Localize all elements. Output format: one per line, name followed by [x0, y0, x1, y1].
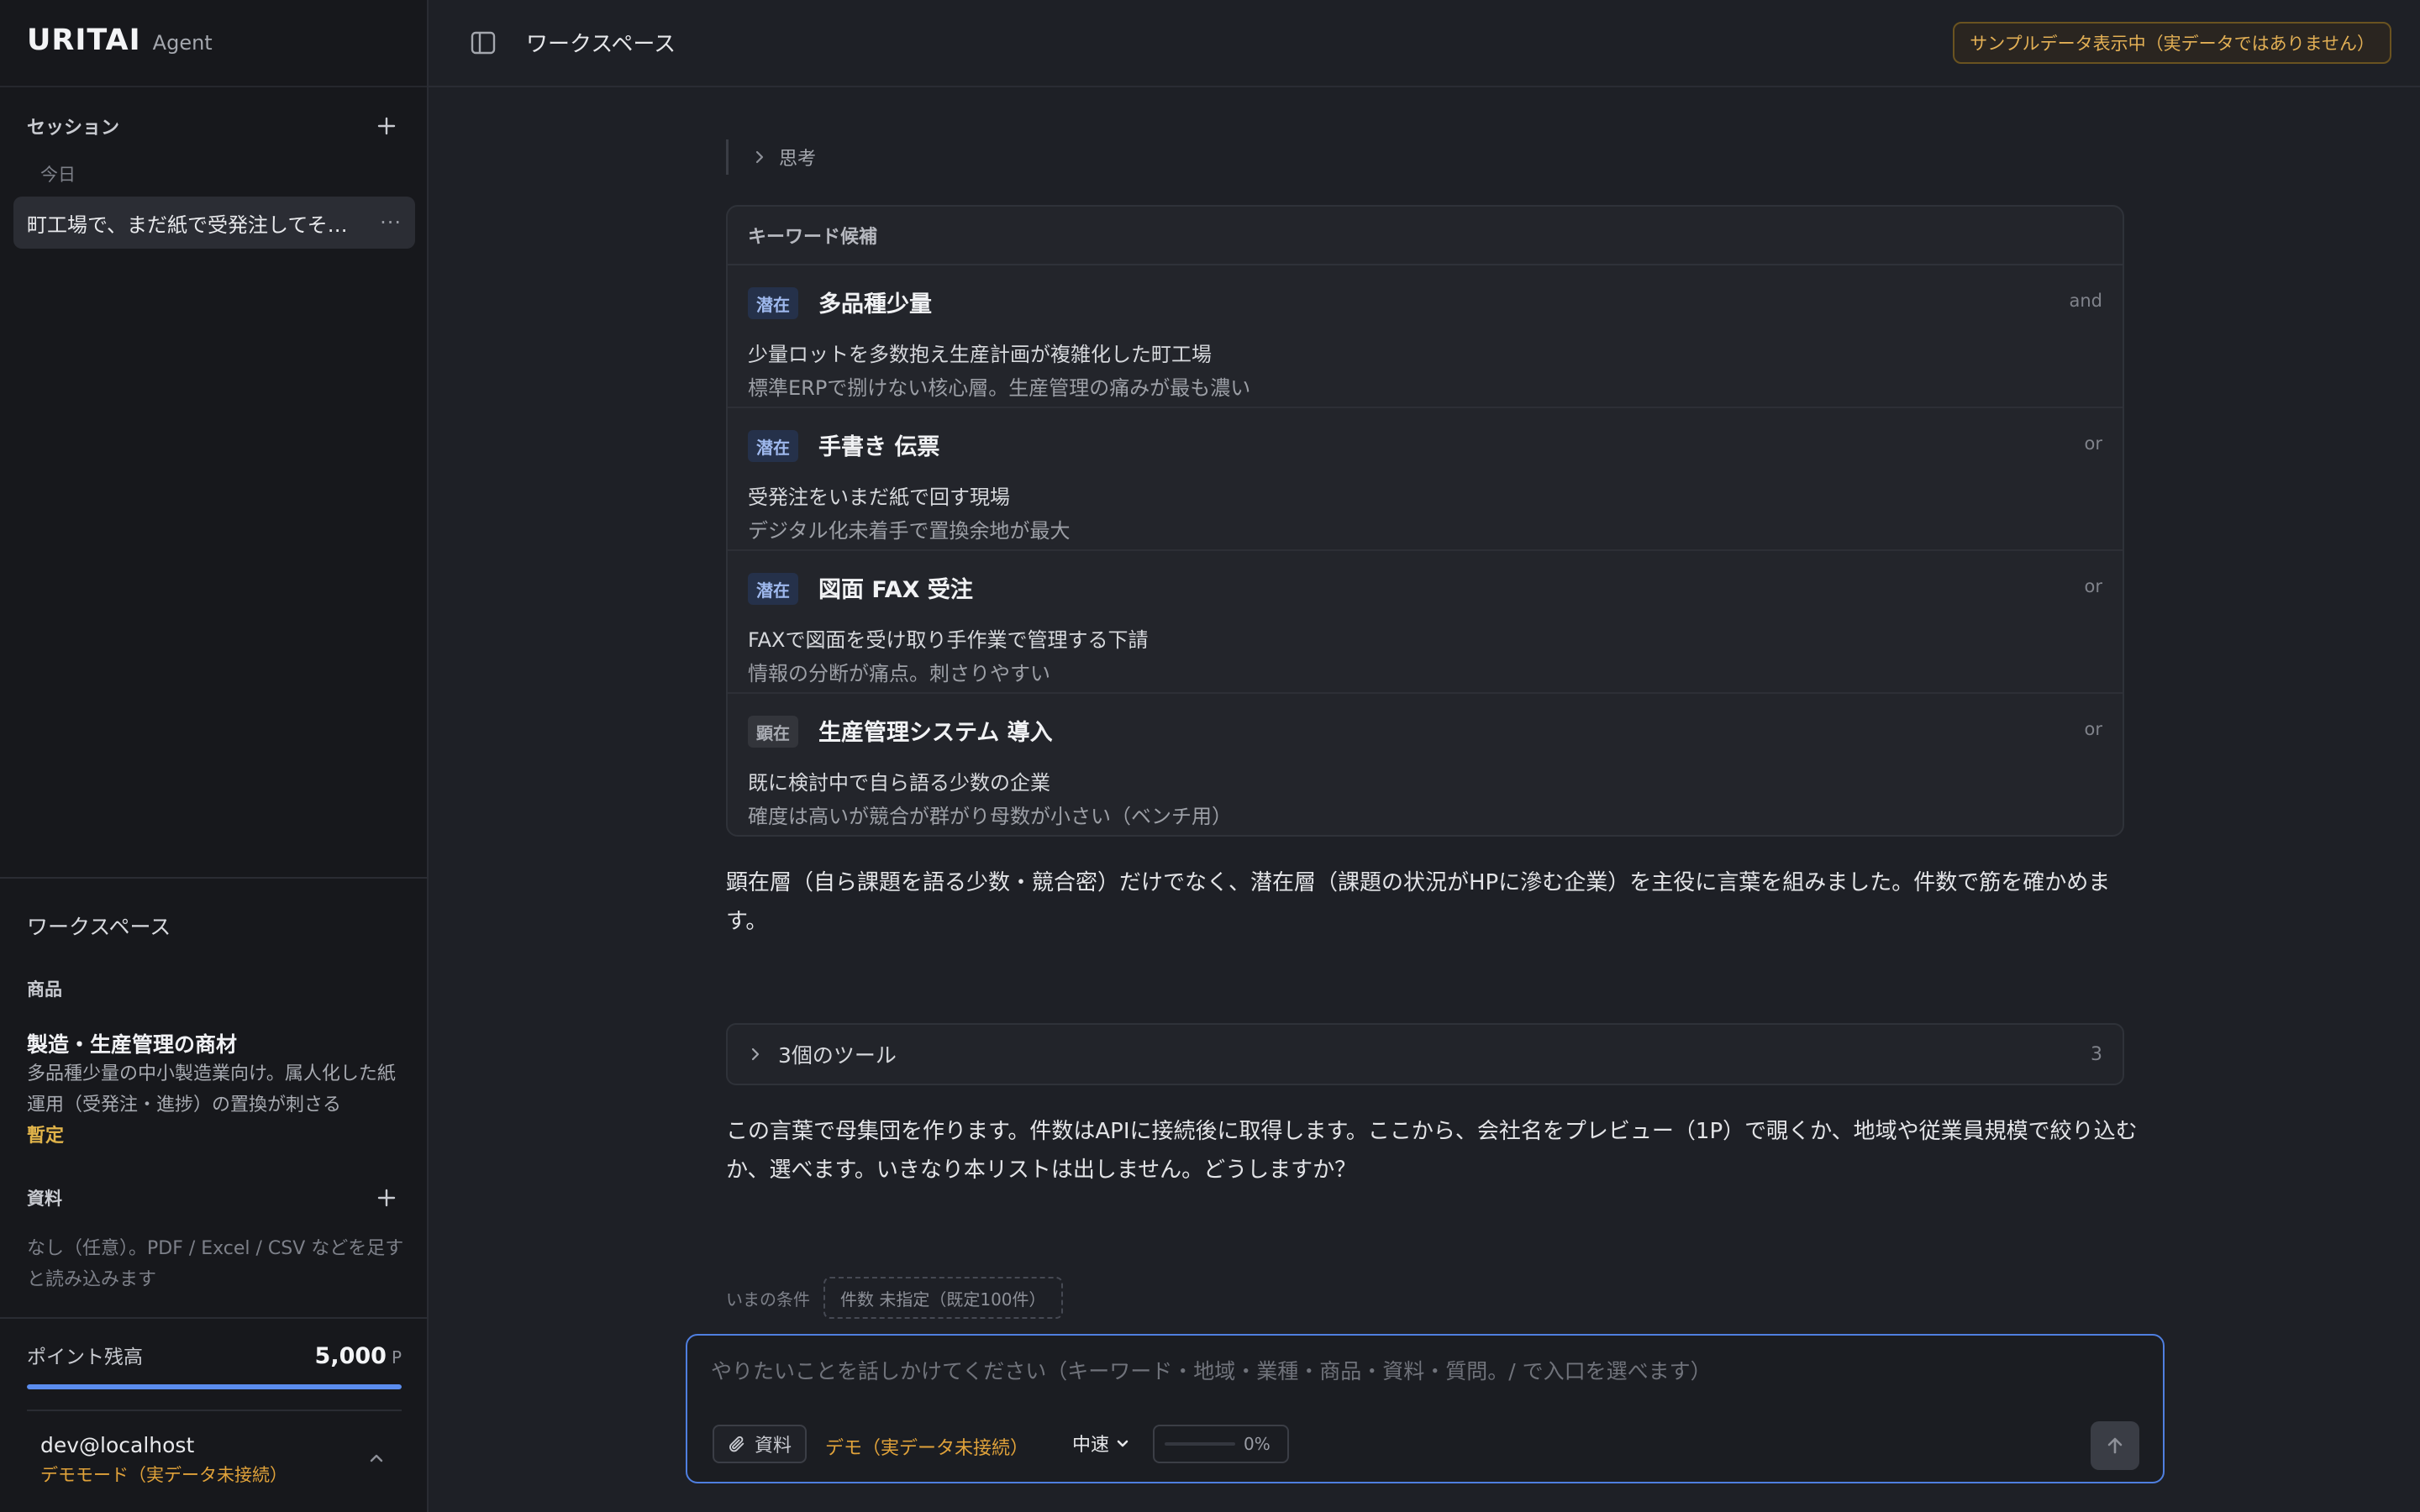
demo-mode-label: デモ（実データ未接続）: [825, 1438, 1029, 1459]
sidebar-divider: [0, 86, 427, 87]
conditions-bar: いまの条件 件数 未指定（既定100件）: [726, 1277, 1063, 1319]
keyword-tag: 潜在: [748, 430, 798, 462]
keyword-rationale: 情報の分断が痛点。刺さりやすい: [748, 662, 1050, 685]
user-mode: デモモード（実データ未接続）: [40, 1465, 287, 1485]
plus-icon: [377, 1189, 396, 1207]
materials-description: なし（任意）。PDF / Excel / CSV などを足すと読み込みます: [27, 1238, 404, 1290]
keyword-row[interactable]: 潜在 多品種少量 and 少量ロットを多数抱え生産計画が複雑化した町工場 標準E…: [728, 265, 2123, 408]
page-title: ワークスペース: [526, 32, 676, 57]
chevron-right-icon: [751, 1047, 760, 1061]
points-progress-fill: [27, 1384, 402, 1389]
keyword-operator: or: [2084, 576, 2102, 596]
usage-track: [1165, 1442, 1235, 1446]
workspace-title: ワークスペース: [27, 915, 171, 939]
keyword-name: 多品種少量: [818, 291, 932, 318]
keyword-name: 生産管理システム 導入: [818, 720, 1053, 746]
keyword-description: 受発注をいまだ紙で回す現場: [748, 486, 1010, 509]
new-session-button[interactable]: [371, 111, 402, 141]
keyword-tag: 潜在: [748, 573, 798, 605]
context-usage: 0%: [1153, 1425, 1289, 1463]
session-item[interactable]: 町工場で、まだ紙で受発注してそ… ···: [13, 197, 415, 249]
keyword-operator: and: [2069, 291, 2102, 311]
add-material-button[interactable]: [371, 1183, 402, 1213]
product-description: 多品種少量の中小製造業向け。属人化した紙運用（受発注・進捗）の置換が刺さる: [27, 1063, 396, 1116]
keyword-card-header: キーワード候補: [728, 207, 2123, 265]
session-menu-button[interactable]: ···: [380, 211, 402, 234]
keyword-description: 少量ロットを多数抱え生産計画が複雑化した町工場: [748, 343, 1212, 366]
product-status: 暫定: [27, 1126, 65, 1147]
plus-icon: [377, 117, 396, 135]
keyword-row[interactable]: 潜在 手書き 伝票 or 受発注をいまだ紙で回す現場 デジタル化未着手で置換余地…: [728, 408, 2123, 551]
keyword-row[interactable]: 顕在 生産管理システム 導入 or 既に検討中で自ら語る少数の企業 確度は高いが…: [728, 694, 2123, 835]
keyword-description: 既に検討中で自ら語る少数の企業: [748, 771, 1050, 795]
keyword-description: FAXで図面を受け取り手作業で管理する下請: [748, 628, 1149, 652]
sidebar-divider: [0, 1317, 427, 1319]
keyword-operator: or: [2084, 433, 2102, 454]
chevron-right-icon: [755, 150, 764, 164]
tools-count: 3: [2091, 1043, 2102, 1065]
brand-name: URITAI: [27, 24, 141, 57]
points-unit: P: [391, 1347, 402, 1368]
assistant-message: 顕在層（自ら課題を語る少数・競合密）だけでなく、潜在層（課題の状況がHPに滲む企…: [726, 870, 2111, 934]
keyword-tag: 潜在: [748, 287, 798, 319]
message-input[interactable]: [711, 1352, 2139, 1389]
keyword-operator: or: [2084, 719, 2102, 739]
user-name[interactable]: dev@localhost: [40, 1433, 194, 1457]
conditions-label: いまの条件: [726, 1289, 810, 1310]
thinking-toggle[interactable]: 思考: [726, 139, 816, 175]
points-label: ポイント残高: [27, 1347, 143, 1368]
materials-header: 資料: [27, 1183, 402, 1213]
product-name[interactable]: 製造・生産管理の商材: [27, 1028, 237, 1058]
points-value: 5,000: [314, 1343, 387, 1369]
points-value-group: 5,000 P: [315, 1343, 402, 1369]
sidebar-divider: [27, 1410, 402, 1411]
keyword-row[interactable]: 潜在 図面 FAX 受注 or FAXで図面を受け取り手作業で管理する下請 情報…: [728, 551, 2123, 694]
arrow-up-icon: [2107, 1437, 2123, 1454]
keyword-list: 潜在 多品種少量 and 少量ロットを多数抱え生産計画が複雑化した町工場 標準E…: [728, 265, 2123, 835]
sidebar-toggle-icon[interactable]: [469, 29, 497, 57]
keyword-name: 図面 FAX 受注: [818, 577, 973, 603]
points-balance: ポイント残高 5,000 P: [27, 1341, 402, 1369]
sample-data-badge: サンプルデータ表示中（実データではありません）: [1953, 22, 2391, 64]
keyword-rationale: 標準ERPで捌けない核心層。生産管理の痛みが最も濃い: [748, 376, 1251, 400]
thinking-label: 思考: [779, 149, 817, 170]
composer: 資料 デモ（実データ未接続） 中速 0%: [686, 1334, 2165, 1483]
session-group-today: 今日: [40, 165, 76, 185]
assistant-message: この言葉で母集団を作ります。件数はAPIに接続後に取得します。ここから、会社名を…: [726, 1119, 2138, 1183]
sessions-label: セッション: [27, 118, 120, 139]
chevron-up-icon[interactable]: [365, 1446, 388, 1470]
condition-chip[interactable]: 件数 未指定（既定100件）: [823, 1277, 1063, 1319]
tools-toggle[interactable]: 3個のツール 3: [726, 1023, 2124, 1085]
paperclip-icon: [729, 1436, 744, 1452]
sidebar: URITAI Agent セッション 今日 町工場で、まだ紙で受発注してそ… ·…: [0, 0, 429, 1512]
speed-value: 中速: [1072, 1435, 1110, 1456]
keyword-tag: 顕在: [748, 716, 798, 748]
keyword-name: 手書き 伝票: [818, 434, 940, 460]
keyword-rationale: 確度は高いが競合が群がり母数が小さい（ベンチ用）: [748, 805, 1232, 828]
app-root: URITAI Agent セッション 今日 町工場で、まだ紙で受発注してそ… ·…: [0, 0, 2420, 1512]
brand-logo[interactable]: URITAI Agent: [27, 24, 213, 57]
topbar: ワークスペース サンプルデータ表示中（実データではありません）: [429, 0, 2420, 87]
send-button[interactable]: [2091, 1421, 2139, 1470]
usage-value: 0%: [1244, 1434, 1270, 1454]
chevron-down-icon: [1117, 1440, 1128, 1447]
sidebar-divider: [0, 877, 427, 879]
attach-label: 資料: [755, 1436, 792, 1457]
speed-select[interactable]: 中速: [1072, 1430, 1131, 1457]
tools-label: 3個のツール: [778, 1043, 897, 1068]
session-title: 町工場で、まだ紙で受発注してそ…: [27, 213, 348, 237]
attach-material-button[interactable]: 資料: [713, 1425, 808, 1463]
materials-label: 資料: [27, 1189, 62, 1209]
product-label: 商品: [27, 979, 62, 1000]
brand-subtitle: Agent: [152, 31, 213, 55]
points-progress-bar: [27, 1384, 402, 1389]
sessions-header: セッション: [27, 111, 402, 141]
keyword-candidates-card: キーワード候補 潜在 多品種少量 and 少量ロットを多数抱え生産計画が複雑化し…: [726, 205, 2124, 837]
keyword-rationale: デジタル化未着手で置換余地が最大: [748, 519, 1071, 543]
